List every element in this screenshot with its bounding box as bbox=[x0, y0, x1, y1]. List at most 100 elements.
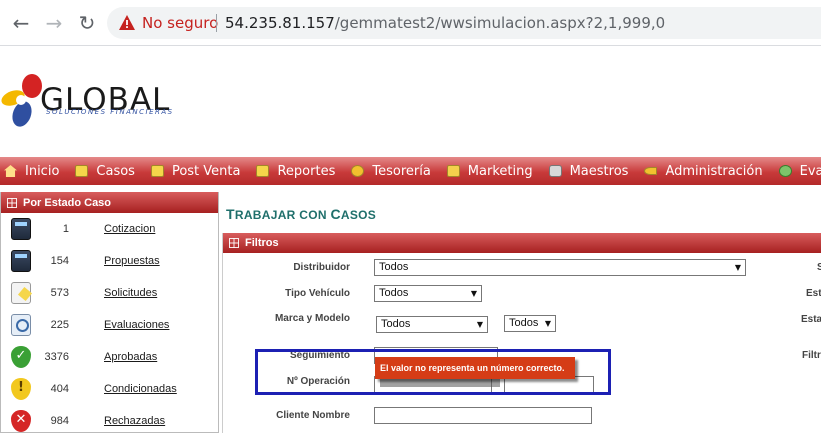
shield-x-icon: ✕ bbox=[11, 410, 31, 432]
omnibox-divider bbox=[216, 14, 217, 32]
database-icon bbox=[548, 165, 562, 177]
url-host: 54.235.81.157 bbox=[225, 14, 335, 32]
case-link-rechazadas[interactable]: Rechazadas bbox=[104, 415, 165, 427]
menu-item-tesoreria[interactable]: Tesorería bbox=[351, 163, 431, 179]
case-row-solicitudes: 573 Solicitudes bbox=[1, 277, 218, 309]
grid-icon bbox=[7, 197, 17, 208]
modelo-select[interactable]: Todos ▼ bbox=[504, 315, 556, 332]
case-count: 404 bbox=[50, 383, 69, 395]
right-label-2: Esta bbox=[806, 288, 821, 299]
case-count: 225 bbox=[50, 319, 69, 331]
forward-button[interactable]: → bbox=[43, 12, 65, 34]
url-path: /gemmatest2/wwsimulacion.aspx?2,1,999,0 bbox=[334, 14, 666, 32]
case-count: 3376 bbox=[44, 351, 69, 363]
home-icon bbox=[4, 165, 17, 177]
marca-select[interactable]: Todos ▼ bbox=[376, 316, 488, 333]
cliente-nombre-label: Cliente Nombre bbox=[276, 410, 350, 421]
page: ← → ↻ No seguro 54.235.81.157/gemmatest2… bbox=[0, 0, 821, 433]
marca-modelo-label: Marca y Modelo bbox=[274, 313, 350, 324]
case-link-solicitudes[interactable]: Solicitudes bbox=[104, 287, 157, 299]
tipo-vehiculo-select[interactable]: Todos ▼ bbox=[374, 285, 482, 302]
screen-icon bbox=[446, 165, 460, 177]
evaluation-icon bbox=[778, 165, 792, 177]
menu-item-evaluacion[interactable]: Evalua bbox=[778, 163, 821, 179]
tipo-vehiculo-label: Tipo Vehículo bbox=[285, 288, 350, 299]
right-label-4: Filtr bbox=[802, 350, 821, 361]
case-row-aprobadas: ✓ 3376 Aprobadas bbox=[1, 341, 218, 373]
chevron-down-icon: ▼ bbox=[476, 320, 483, 329]
case-link-aprobadas[interactable]: Aprobadas bbox=[104, 351, 157, 363]
key-icon bbox=[644, 167, 658, 175]
menu-item-inicio[interactable]: Inicio bbox=[4, 164, 59, 179]
address-bar[interactable]: No seguro 54.235.81.157/gemmatest2/wwsim… bbox=[107, 7, 821, 39]
filters-header: Filtros bbox=[223, 233, 821, 253]
menu-item-administracion[interactable]: Administración bbox=[644, 163, 763, 179]
annotation-highlight-box bbox=[255, 349, 611, 395]
case-status-panel: Por Estado Caso 1 Cotizacion 154 Propues… bbox=[0, 192, 219, 433]
browser-toolbar: ← → ↻ No seguro 54.235.81.157/gemmatest2… bbox=[0, 0, 821, 46]
distribuidor-label: Distribuidor bbox=[293, 262, 350, 273]
folder-icon bbox=[75, 165, 89, 177]
url-text[interactable]: 54.235.81.157/gemmatest2/wwsimulacion.as… bbox=[225, 14, 665, 32]
modelo-value: Todos bbox=[509, 317, 539, 329]
main-menu: Inicio Casos Post Venta Reportes Tesorer… bbox=[0, 157, 821, 185]
case-link-propuestas[interactable]: Propuestas bbox=[104, 255, 160, 267]
panel-header: Por Estado Caso bbox=[1, 192, 218, 213]
right-label-3: Esta bbox=[801, 314, 821, 325]
case-row-evaluaciones: 225 Evaluaciones bbox=[1, 309, 218, 341]
chevron-down-icon: ▼ bbox=[544, 319, 551, 328]
case-count: 154 bbox=[50, 255, 69, 267]
case-row-propuestas: 154 Propuestas bbox=[1, 245, 218, 277]
case-count: 984 bbox=[50, 415, 69, 427]
menu-label: Administración bbox=[665, 163, 763, 179]
menu-item-reportes[interactable]: Reportes bbox=[256, 164, 335, 179]
folder-icon bbox=[150, 165, 164, 177]
panel-title: Por Estado Caso bbox=[23, 196, 112, 209]
menu-item-maestros[interactable]: Maestros bbox=[548, 163, 629, 179]
case-link-evaluaciones[interactable]: Evaluaciones bbox=[104, 319, 169, 331]
menu-label: Evalua bbox=[799, 163, 821, 179]
menu-label: Marketing bbox=[467, 163, 533, 179]
menu-label: Tesorería bbox=[372, 163, 431, 179]
chevron-down-icon: ▼ bbox=[734, 263, 741, 272]
case-count: 573 bbox=[50, 287, 69, 299]
menu-label: Casos bbox=[96, 163, 135, 179]
menu-item-marketing[interactable]: Marketing bbox=[446, 163, 533, 179]
menu-label: Reportes bbox=[277, 163, 336, 179]
shield-check-icon: ✓ bbox=[11, 346, 31, 368]
case-row-cotizacion: 1 Cotizacion bbox=[1, 213, 218, 245]
marca-value: Todos bbox=[381, 318, 411, 330]
menu-label: Post Venta bbox=[171, 163, 241, 179]
warning-icon bbox=[119, 15, 135, 30]
menu-item-casos[interactable]: Casos bbox=[75, 164, 135, 179]
filters-title: Filtros bbox=[245, 237, 279, 249]
case-link-condicionadas[interactable]: Condicionadas bbox=[104, 383, 177, 395]
magnifier-icon bbox=[11, 314, 31, 336]
case-link-cotizacion[interactable]: Cotizacion bbox=[104, 223, 155, 235]
shield-warning-icon: ! bbox=[11, 378, 31, 400]
reload-button[interactable]: ↻ bbox=[76, 12, 98, 34]
calculator-icon bbox=[11, 218, 31, 240]
chevron-down-icon: ▼ bbox=[470, 289, 477, 298]
arrow-left-icon: ← bbox=[12, 11, 30, 35]
distribuidor-select[interactable]: Todos ▼ bbox=[374, 259, 746, 276]
case-row-condicionadas: ! 404 Condicionadas bbox=[1, 373, 218, 405]
global-logo[interactable]: GLOBAL SOLUCIONES FINANCIERAS bbox=[0, 70, 180, 132]
coin-icon bbox=[351, 165, 365, 177]
menu-label: Inicio bbox=[25, 163, 60, 179]
menu-label: Maestros bbox=[569, 163, 629, 179]
case-row-rechazadas: ✕ 984 Rechazadas bbox=[1, 405, 218, 433]
calculator-icon bbox=[11, 250, 31, 272]
back-button[interactable]: ← bbox=[10, 12, 32, 34]
cliente-nombre-input[interactable] bbox=[374, 407, 592, 424]
not-secure-label[interactable]: No seguro bbox=[142, 14, 218, 32]
grid-icon bbox=[229, 238, 239, 248]
reload-icon: ↻ bbox=[78, 11, 96, 35]
menu-item-post-venta[interactable]: Post Venta bbox=[150, 163, 241, 179]
logo-tagline: SOLUCIONES FINANCIERAS bbox=[46, 108, 174, 116]
distribuidor-value: Todos bbox=[379, 261, 409, 273]
folder-icon bbox=[256, 165, 270, 177]
document-edit-icon bbox=[11, 282, 31, 304]
case-count: 1 bbox=[62, 223, 69, 235]
tipo-vehiculo-value: Todos bbox=[379, 287, 409, 299]
